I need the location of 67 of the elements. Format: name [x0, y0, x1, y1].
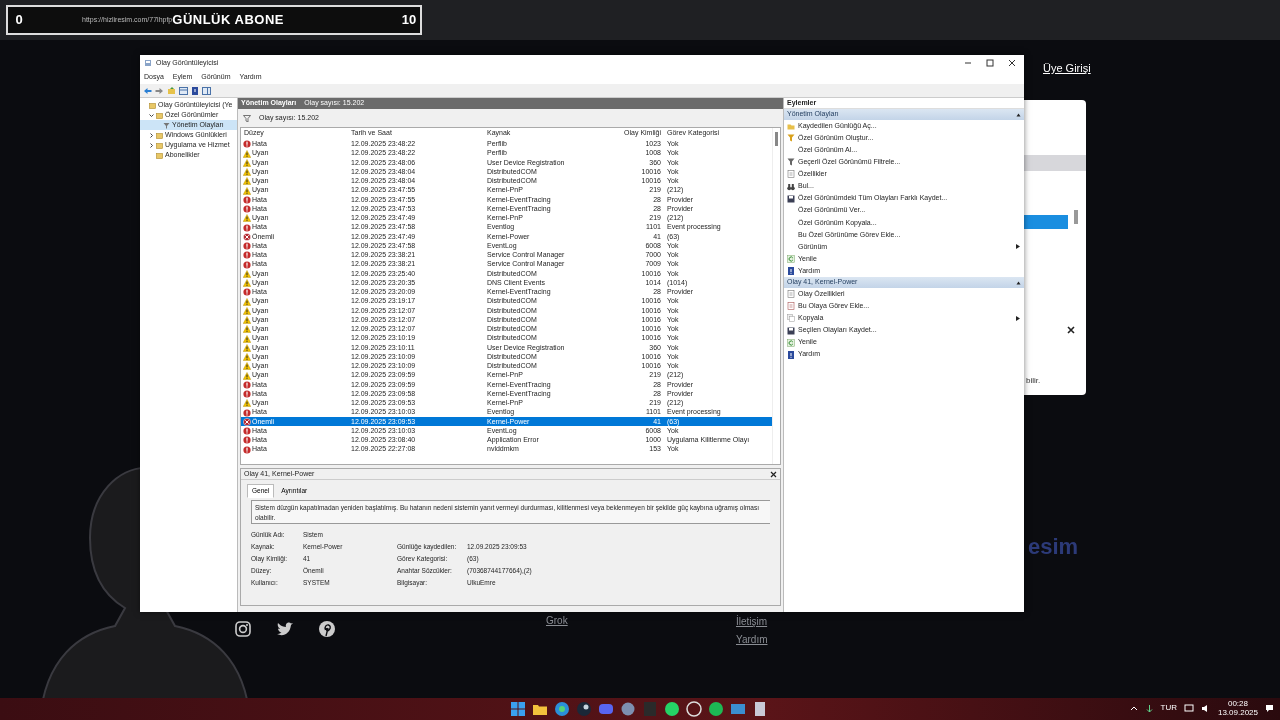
help-icon — [787, 350, 795, 359]
twitter-icon[interactable] — [276, 620, 294, 638]
save-icon — [787, 326, 795, 335]
save-icon — [787, 194, 795, 203]
panel-icon[interactable] — [202, 86, 211, 95]
chevron-icon[interactable] — [1129, 704, 1138, 712]
document-icon — [787, 170, 795, 179]
refresh-icon — [787, 255, 795, 264]
close-icon[interactable] — [770, 470, 777, 478]
dialog-header-bar — [1024, 155, 1086, 171]
warning-icon — [243, 214, 251, 223]
close-icon[interactable] — [1067, 326, 1075, 334]
windows-logo-icon[interactable] — [510, 701, 526, 717]
forward-arrow-icon[interactable] — [155, 86, 164, 95]
footer-link[interactable]: Grok — [546, 613, 568, 628]
error-icon — [243, 223, 251, 232]
monitor-icon[interactable] — [1183, 703, 1194, 713]
footer-link[interactable]: İletişim — [736, 614, 768, 629]
subscriber-count: 0 — [14, 11, 24, 30]
subscriber-goal: 10 — [400, 11, 418, 30]
folder-icon — [787, 122, 795, 131]
collapse-arrow-icon[interactable] — [1016, 112, 1021, 117]
error-icon — [243, 408, 251, 417]
filter-icon — [163, 121, 170, 129]
minimize-icon[interactable] — [964, 59, 972, 67]
chevron-right-icon[interactable] — [149, 132, 154, 138]
language-indicator[interactable]: TUR — [1160, 702, 1177, 714]
login-link[interactable]: Üye Girişi — [1043, 60, 1091, 77]
binoculars-icon — [787, 182, 795, 191]
refresh-icon — [787, 338, 795, 347]
critical-icon — [243, 417, 251, 426]
warning-icon — [243, 399, 251, 408]
critical-icon — [243, 232, 251, 241]
error-icon — [243, 140, 251, 149]
document-icon — [787, 302, 795, 311]
close-icon[interactable] — [1008, 59, 1016, 67]
panel-icon[interactable] — [179, 86, 188, 95]
collapse-arrow-icon[interactable] — [1016, 280, 1021, 285]
brand-text: esim — [1028, 533, 1079, 561]
dialog-text: bilir. — [1026, 375, 1041, 387]
selected-list-item — [1024, 215, 1068, 229]
filter-icon — [787, 134, 795, 143]
pinterest-icon[interactable] — [318, 620, 336, 638]
instagram-icon[interactable] — [234, 620, 252, 638]
filter-icon — [243, 114, 251, 122]
app-icon[interactable] — [686, 701, 702, 717]
copy-icon — [787, 314, 795, 323]
help-icon — [787, 267, 795, 276]
download-arrow-icon[interactable] — [1144, 703, 1154, 713]
app-icon — [144, 59, 152, 67]
chevron-right-icon[interactable] — [149, 142, 154, 148]
overlay-title: GÜNLÜK ABONE — [172, 11, 284, 30]
chevron-down-icon[interactable] — [149, 112, 154, 118]
scrollbar-thumb — [1074, 210, 1078, 224]
scrollbar-thumb[interactable] — [775, 132, 778, 146]
help-icon[interactable] — [191, 86, 199, 95]
back-arrow-icon[interactable] — [143, 86, 152, 95]
notification-icon[interactable] — [1265, 703, 1274, 713]
clock-time: 00:28 — [1227, 699, 1248, 708]
maximize-icon[interactable] — [986, 59, 994, 67]
footer-link[interactable]: Yardım — [736, 632, 768, 647]
error-icon — [243, 288, 251, 297]
filter-icon — [787, 158, 795, 167]
clock-date: 13.09.2025 — [1217, 708, 1258, 717]
app-icon[interactable] — [620, 701, 636, 717]
document-icon — [787, 290, 795, 299]
taskbar-clock[interactable]: 00:28 13.09.2025 — [1217, 699, 1258, 717]
